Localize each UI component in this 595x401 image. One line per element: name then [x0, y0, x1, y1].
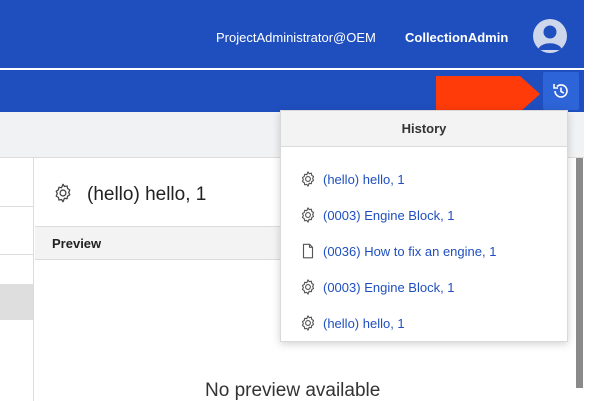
annotation-arrow [436, 76, 540, 112]
history-item-label[interactable]: (0003) Engine Block, 1 [323, 280, 455, 295]
history-item[interactable]: (0003) Engine Block, 1 [281, 269, 567, 305]
top-navigation-bar: ProjectAdministrator@OEM CollectionAdmin [0, 0, 584, 68]
history-item-label[interactable]: (hello) hello, 1 [323, 316, 405, 331]
preview-label: Preview [52, 236, 102, 251]
gear-icon [301, 279, 315, 295]
scrollbar-thumb[interactable] [576, 158, 583, 388]
gear-icon [301, 315, 315, 331]
history-title: History [281, 111, 567, 147]
user-avatar-icon[interactable] [533, 19, 567, 53]
document-icon [302, 243, 314, 259]
history-item-label[interactable]: (0036) How to fix an engine, 1 [323, 244, 496, 259]
history-button[interactable] [543, 72, 579, 110]
left-panel-divider [0, 254, 34, 255]
preview-header: Preview [35, 226, 280, 260]
history-item[interactable]: (hello) hello, 1 [281, 305, 567, 341]
current-user[interactable]: ProjectAdministrator@OEM [216, 30, 376, 45]
history-item[interactable]: (0036) How to fix an engine, 1 [281, 233, 567, 269]
history-item-label[interactable]: (0003) Engine Block, 1 [323, 208, 455, 223]
history-item[interactable]: (hello) hello, 1 [281, 161, 567, 197]
no-preview-message: No preview available [205, 380, 381, 401]
history-list: (hello) hello, 1 (0003) Engine Block, 1 … [281, 147, 567, 341]
history-item-label[interactable]: (hello) hello, 1 [323, 172, 405, 187]
left-panel-selected-row[interactable] [0, 284, 33, 320]
page-title: (hello) hello, 1 [87, 184, 207, 205]
gear-icon [301, 207, 315, 223]
history-icon [553, 84, 568, 98]
left-panel-divider [0, 206, 34, 207]
current-role[interactable]: CollectionAdmin [405, 30, 508, 45]
gear-icon [301, 171, 315, 187]
gear-icon [55, 183, 71, 203]
history-item[interactable]: (0003) Engine Block, 1 [281, 197, 567, 233]
history-popup: History (hello) hello, 1 (0003) Engine B… [280, 110, 568, 342]
left-panel [0, 158, 34, 401]
